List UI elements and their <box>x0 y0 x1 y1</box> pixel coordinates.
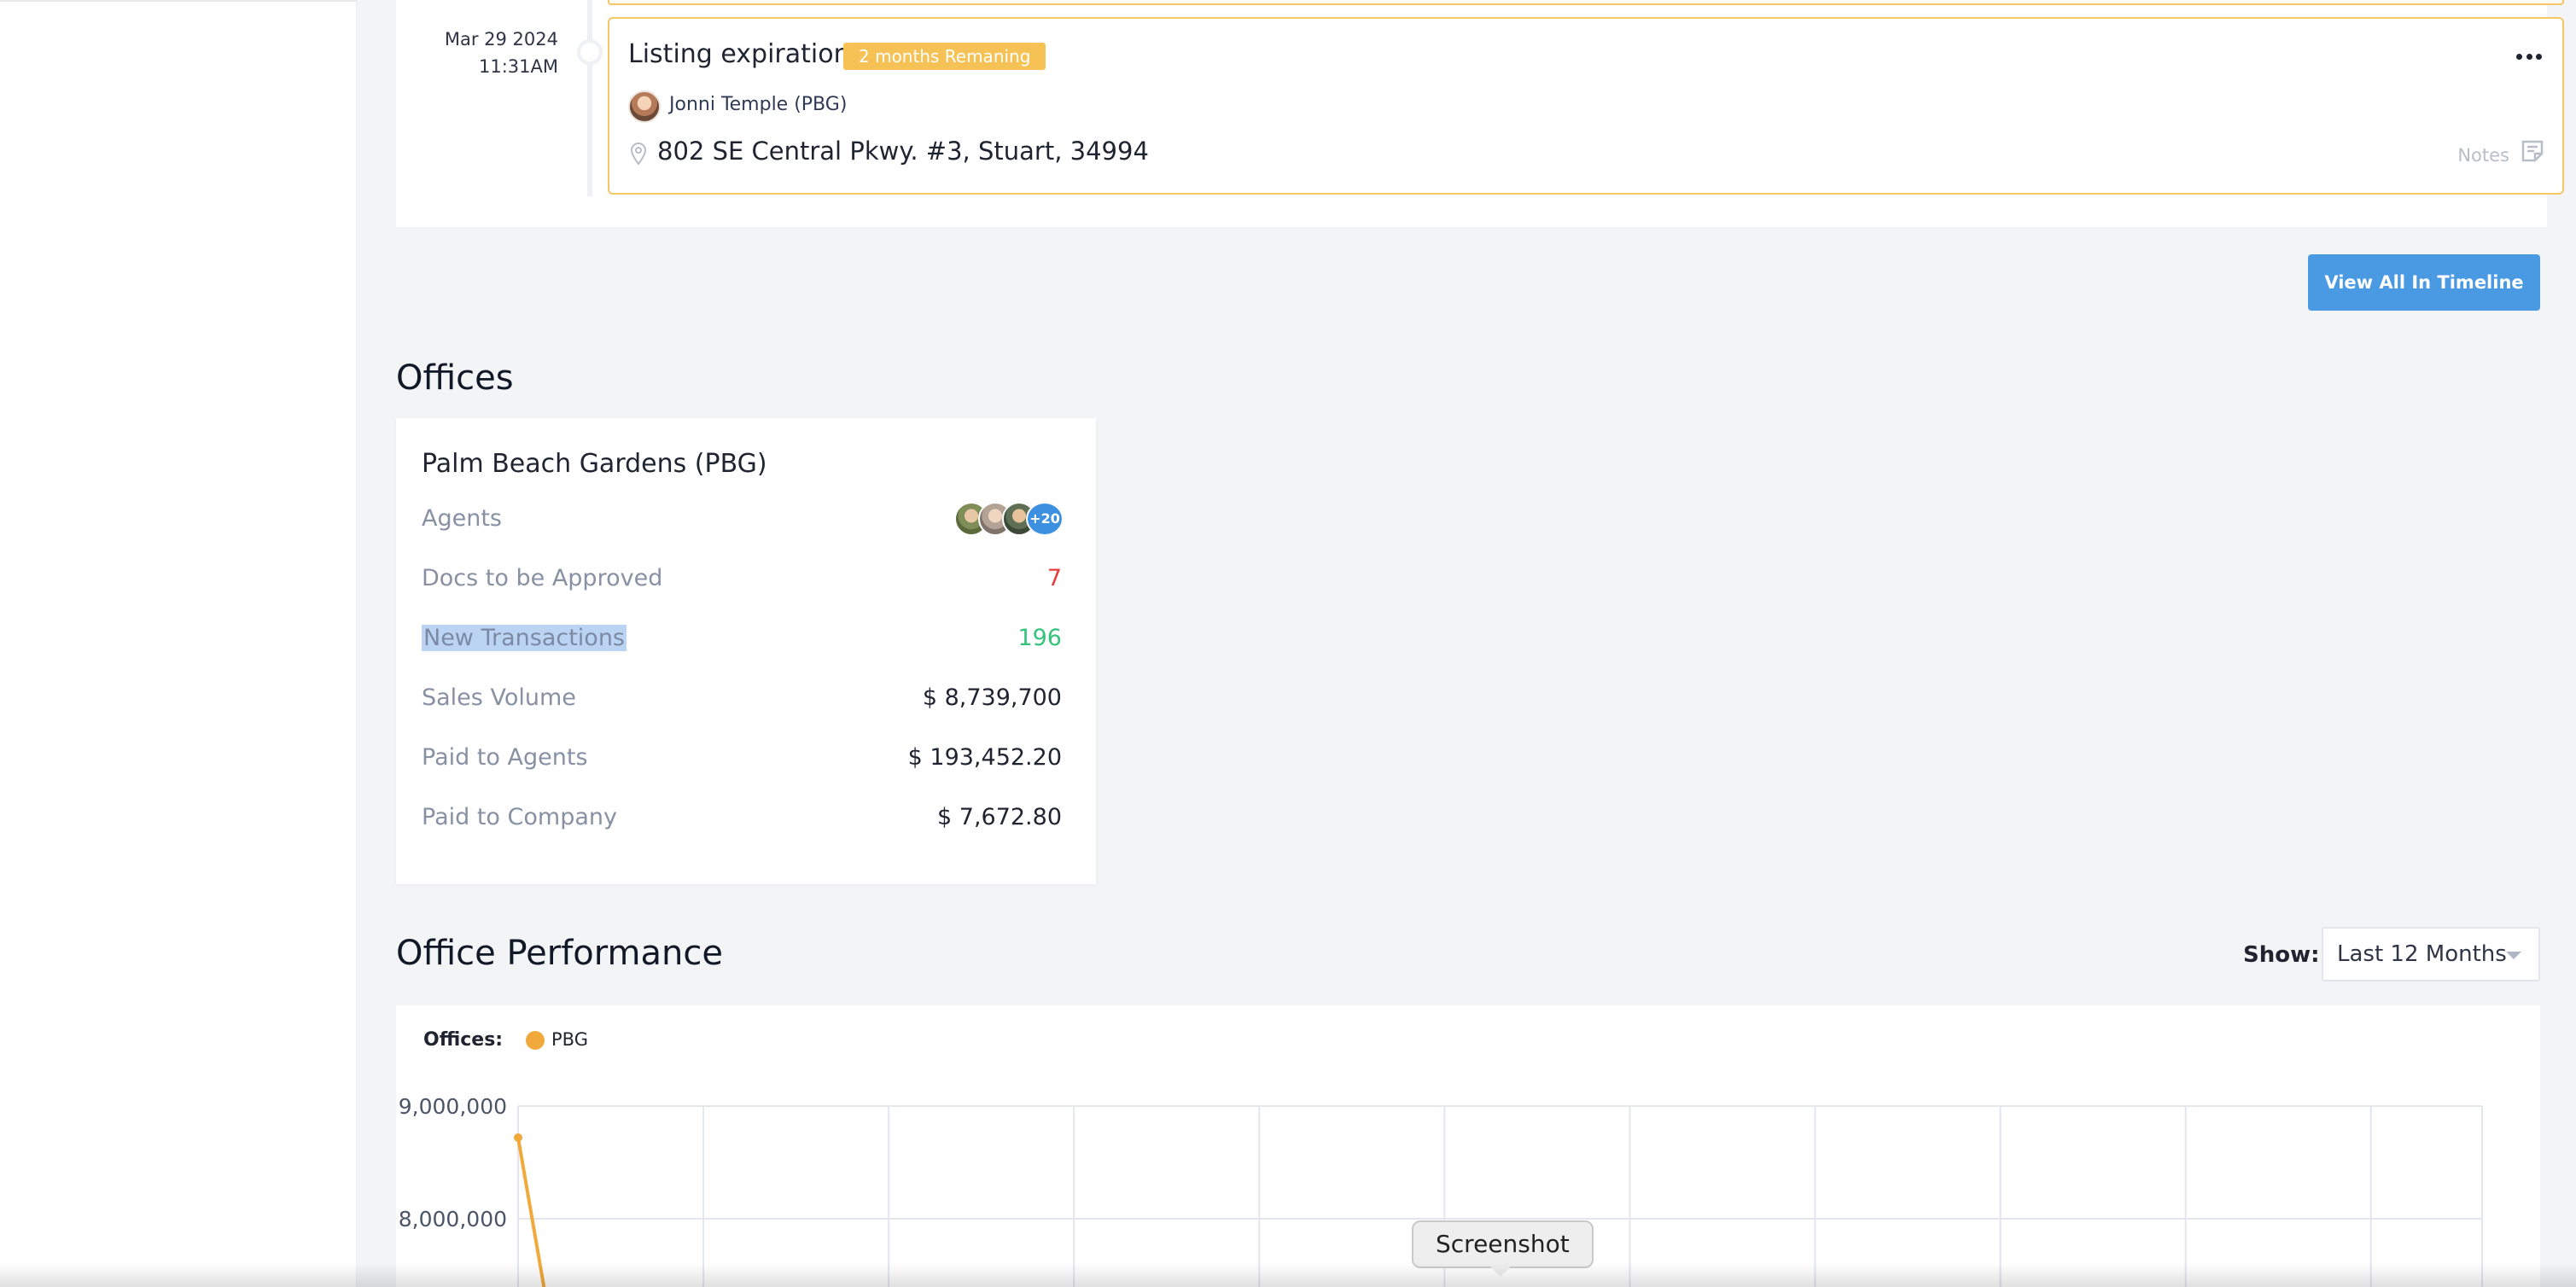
stat-row-agents: Agents +20 <box>422 502 1067 536</box>
docs-value[interactable]: 7 <box>1047 565 1062 591</box>
notes-label[interactable]: Notes <box>2457 145 2509 166</box>
stat-row-paid-agents: Paid to Agents $ 193,452.20 <box>422 741 1067 775</box>
more-agents-badge[interactable]: +20 <box>1026 502 1064 536</box>
event-title: Listing expiration <box>628 39 850 69</box>
sales-volume-label: Sales Volume <box>422 684 576 711</box>
offices-heading: Offices <box>396 358 514 398</box>
event-date: Mar 29 2024 <box>444 29 558 50</box>
paid-agents-label: Paid to Agents <box>422 744 588 771</box>
paid-company-value: $ 7,672.80 <box>937 804 1062 830</box>
sidebar <box>0 0 357 1287</box>
performance-heading: Office Performance <box>396 934 723 973</box>
docs-label: Docs to be Approved <box>422 565 663 591</box>
transactions-value[interactable]: 196 <box>1017 625 1062 651</box>
timeline-rail <box>587 0 592 196</box>
location-pin-icon <box>630 142 647 166</box>
event-datetime: Mar 29 2024 11:31AM <box>422 26 558 80</box>
y-tick-label: 8,000,000 <box>399 1207 507 1232</box>
office-name: Palm Beach Gardens (PBG) <box>422 449 767 479</box>
bottom-shadow <box>0 1263 2576 1287</box>
paid-agents-value: $ 193,452.20 <box>907 744 1062 771</box>
timeline-dot <box>577 39 603 65</box>
timeline-card: Mar 29 2024 11:31AM Listing expiration 2… <box>396 0 2564 227</box>
paid-company-label: Paid to Company <box>422 804 617 830</box>
range-select[interactable]: Last 12 Months <box>2322 927 2540 981</box>
event-time: 11:31AM <box>478 56 558 77</box>
range-select-value: Last 12 Months <box>2337 941 2507 967</box>
agent-avatars[interactable]: +20 <box>954 502 1067 536</box>
sales-volume-value: $ 8,739,700 <box>922 684 1062 711</box>
office-card[interactable]: Palm Beach Gardens (PBG) Agents +20 Docs… <box>396 418 1096 884</box>
transactions-label: New Transactions <box>422 625 627 651</box>
chevron-down-icon <box>2506 952 2521 959</box>
screenshot-tooltip: Screenshot <box>1412 1220 1594 1268</box>
agent-avatar <box>628 90 661 123</box>
agents-label: Agents <box>422 505 502 532</box>
stat-row-docs: Docs to be Approved 7 <box>422 562 1067 596</box>
agent-name[interactable]: Jonni Temple (PBG) <box>669 94 847 115</box>
notes-icon[interactable] <box>2520 138 2545 164</box>
view-all-timeline-button[interactable]: View All In Timeline <box>2308 254 2540 311</box>
remaining-badge: 2 months Remaning <box>843 43 1046 70</box>
divider <box>0 0 357 2</box>
event-address: 802 SE Central Pkwy. #3, Stuart, 34994 <box>657 137 1149 166</box>
main-content: Mar 29 2024 11:31AM Listing expiration 2… <box>357 0 2576 1287</box>
show-label: Show: <box>2243 942 2320 968</box>
more-options-icon[interactable] <box>2516 48 2542 65</box>
stat-row-paid-company: Paid to Company $ 7,672.80 <box>422 801 1067 835</box>
data-point <box>514 1133 522 1142</box>
stat-row-transactions: New Transactions 196 <box>422 621 1067 655</box>
y-tick-label: 9,000,000 <box>399 1094 507 1119</box>
event-card[interactable]: Listing expiration 2 months Remaning Jon… <box>608 17 2564 195</box>
previous-event-card[interactable] <box>608 0 2564 5</box>
stat-row-sales-volume: Sales Volume $ 8,739,700 <box>422 681 1067 715</box>
